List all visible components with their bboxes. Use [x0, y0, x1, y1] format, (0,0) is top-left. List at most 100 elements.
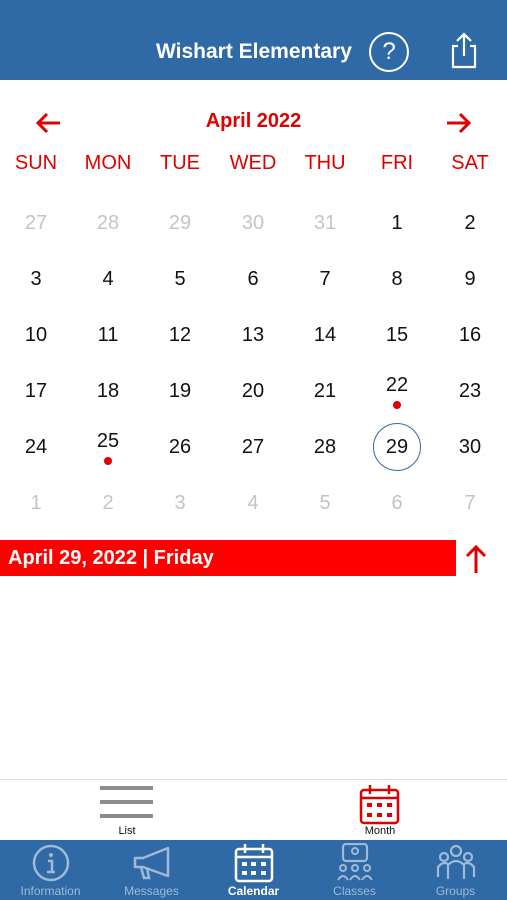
- day-number: 19: [168, 380, 192, 402]
- calendar-day[interactable]: 25: [72, 419, 144, 475]
- tab-messages-label: Messages: [124, 884, 179, 898]
- calendar-day[interactable]: 22: [361, 363, 433, 419]
- calendar-day[interactable]: 10: [0, 307, 72, 363]
- day-number: 7: [464, 492, 476, 514]
- tab-calendar[interactable]: Calendar: [203, 840, 304, 900]
- calendar-day[interactable]: 14: [289, 307, 361, 363]
- calendar-day[interactable]: 31: [289, 195, 361, 251]
- day-number: 26: [168, 436, 192, 458]
- calendar-day[interactable]: 27: [0, 195, 72, 251]
- tab-information[interactable]: Information: [0, 840, 101, 900]
- arrow-right-icon: [447, 112, 472, 134]
- school-title: Wishart Elementary: [156, 40, 352, 63]
- calendar-day[interactable]: 27: [217, 419, 289, 475]
- info-icon: [32, 844, 70, 882]
- day-number: 30: [241, 212, 265, 234]
- weekday-label: THU: [304, 152, 346, 174]
- day-number: 9: [464, 268, 476, 290]
- day-number: 6: [391, 492, 403, 514]
- calendar-day[interactable]: 15: [361, 307, 433, 363]
- tab-calendar-label: Calendar: [227, 884, 280, 898]
- question-circle-icon: ?: [382, 38, 396, 65]
- event-dot: [104, 457, 112, 465]
- calendar-day[interactable]: 21: [289, 363, 361, 419]
- day-number: 27: [24, 212, 48, 234]
- calendar-day[interactable]: 18: [72, 363, 144, 419]
- tab-messages[interactable]: Messages: [101, 840, 202, 900]
- month-view-label: Month: [364, 825, 396, 837]
- calendar-day[interactable]: 4: [72, 251, 144, 307]
- day-number: 20: [241, 380, 265, 402]
- day-number: 18: [96, 380, 120, 402]
- calendar-day[interactable]: 5: [289, 475, 361, 531]
- calendar-day[interactable]: 6: [217, 251, 289, 307]
- day-number: 28: [313, 436, 337, 458]
- collapse-calendar-button[interactable]: [462, 543, 490, 575]
- calendar-day[interactable]: 26: [144, 419, 216, 475]
- calendar-day[interactable]: 8: [361, 251, 433, 307]
- calendar-day[interactable]: 30: [434, 419, 506, 475]
- calendar-day[interactable]: 20: [217, 363, 289, 419]
- day-number: 5: [319, 492, 331, 514]
- day-number: 2: [102, 492, 114, 514]
- month-view-button[interactable]: Month: [343, 780, 417, 841]
- calendar-day[interactable]: 12: [144, 307, 216, 363]
- day-number: 1: [391, 212, 403, 234]
- list-icon: [100, 786, 153, 818]
- calendar-day[interactable]: 2: [72, 475, 144, 531]
- day-number: 8: [391, 268, 403, 290]
- calendar-day[interactable]: 28: [72, 195, 144, 251]
- calendar-day[interactable]: 19: [144, 363, 216, 419]
- calendar-day[interactable]: 30: [217, 195, 289, 251]
- groups-icon: [436, 844, 476, 879]
- calendar-day[interactable]: 5: [144, 251, 216, 307]
- day-number: 4: [247, 492, 259, 514]
- day-number: 16: [458, 324, 482, 346]
- list-view-button[interactable]: List: [90, 780, 164, 841]
- tab-classes[interactable]: Classes: [304, 840, 405, 900]
- calendar-day[interactable]: 3: [0, 251, 72, 307]
- day-number: 2: [464, 212, 476, 234]
- event-dot: [393, 401, 401, 409]
- calendar-day[interactable]: 17: [0, 363, 72, 419]
- calendar-day[interactable]: 7: [289, 251, 361, 307]
- calendar-day[interactable]: 13: [217, 307, 289, 363]
- share-button[interactable]: [448, 30, 480, 70]
- calendar-day[interactable]: 1: [0, 475, 72, 531]
- day-number: 1: [30, 492, 42, 514]
- tab-groups[interactable]: Groups: [405, 840, 506, 900]
- today-ring: [373, 423, 421, 471]
- day-number: 29: [168, 212, 192, 234]
- calendar-day[interactable]: 11: [72, 307, 144, 363]
- day-number: 4: [102, 268, 114, 290]
- calendar-day[interactable]: 1: [361, 195, 433, 251]
- calendar-day[interactable]: 4: [217, 475, 289, 531]
- calendar-day[interactable]: 6: [361, 475, 433, 531]
- calendar-day[interactable]: 24: [0, 419, 72, 475]
- weekday-label: MON: [84, 152, 132, 174]
- classes-icon: [337, 843, 373, 881]
- month-navigation: April 2022: [0, 100, 507, 144]
- tab-information-label: Information: [20, 884, 81, 898]
- day-number: 11: [97, 324, 119, 346]
- calendar-day[interactable]: 7: [434, 475, 506, 531]
- day-number: 30: [458, 436, 482, 458]
- calendar-day[interactable]: 23: [434, 363, 506, 419]
- calendar-day[interactable]: 28: [289, 419, 361, 475]
- calendar-day-today[interactable]: 29: [361, 419, 433, 475]
- help-button[interactable]: ?: [369, 32, 409, 72]
- calendar-day[interactable]: 16: [434, 307, 506, 363]
- calendar-day[interactable]: 2: [434, 195, 506, 251]
- calendar-day[interactable]: 9: [434, 251, 506, 307]
- calendar-day[interactable]: 3: [144, 475, 216, 531]
- selected-date-label: April 29, 2022 | Friday: [8, 547, 214, 569]
- day-number: 27: [241, 436, 265, 458]
- day-number: 3: [30, 268, 42, 290]
- calendar-icon: [359, 785, 400, 825]
- calendar-icon: [234, 844, 274, 883]
- calendar-day[interactable]: 29: [144, 195, 216, 251]
- next-month-button[interactable]: [443, 108, 473, 138]
- day-number: 6: [247, 268, 259, 290]
- weekday-label: SUN: [14, 152, 58, 174]
- weekday-label: TUE: [160, 152, 200, 174]
